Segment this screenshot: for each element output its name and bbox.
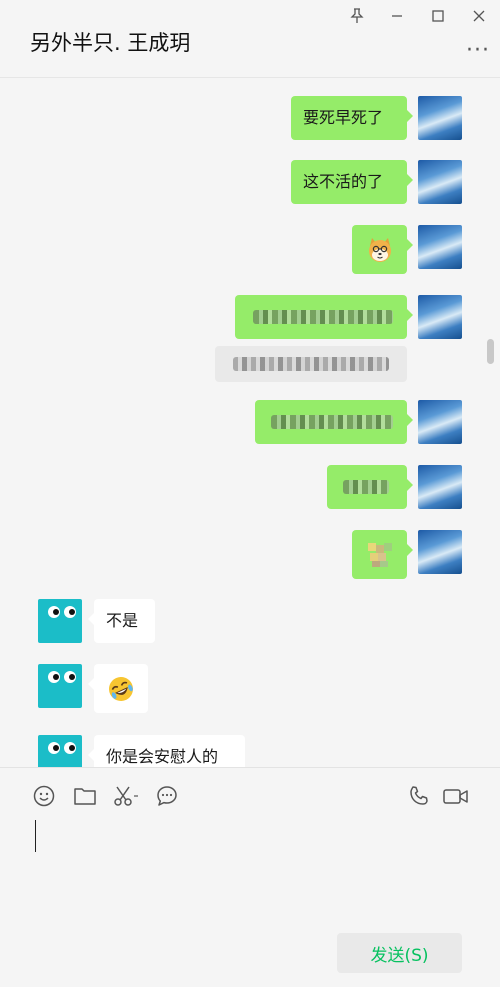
message-list[interactable]: 要死早死了 这不活的了 不是 你是会安慰人的 <box>0 79 500 767</box>
message-bubble-other[interactable]: 不是 <box>88 599 155 643</box>
pixelated-text <box>271 415 393 429</box>
pixelated-text <box>253 310 393 324</box>
maximize-icon[interactable] <box>426 5 450 27</box>
screenshot-icon[interactable] <box>112 784 142 808</box>
avatar[interactable] <box>418 465 462 509</box>
avatar[interactable] <box>38 735 82 767</box>
avatar[interactable] <box>418 295 462 339</box>
message-bubble-self-pixelated[interactable] <box>352 530 413 579</box>
more-icon[interactable]: ··· <box>466 38 490 63</box>
emoji-icon[interactable] <box>32 784 56 808</box>
message-bubble-other[interactable]: 你是会安慰人的 <box>88 735 245 767</box>
avatar[interactable] <box>418 400 462 444</box>
pixelated-sticker <box>367 542 392 567</box>
avatar[interactable] <box>418 225 462 269</box>
message-bubble-self[interactable]: 要死早死了 <box>291 96 413 140</box>
message-bubble-self[interactable]: 这不活的了 <box>291 160 413 204</box>
avatar[interactable] <box>418 160 462 204</box>
avatar-eyes <box>48 742 76 754</box>
message-bubble-self-pixelated[interactable] <box>235 295 413 339</box>
avatar[interactable] <box>38 599 82 643</box>
message-bubble-self[interactable] <box>352 225 413 274</box>
avatar[interactable] <box>418 96 462 140</box>
quoted-message[interactable] <box>215 346 407 382</box>
scrollbar-thumb[interactable] <box>487 339 494 364</box>
send-button[interactable]: 发送(S) <box>337 933 462 973</box>
voice-call-icon[interactable] <box>407 784 431 808</box>
minimize-icon[interactable] <box>385 5 409 27</box>
chat-title: 另外半只. 王成玥 <box>30 31 191 55</box>
message-input[interactable] <box>35 820 36 852</box>
pixelated-text <box>343 480 389 494</box>
avatar[interactable] <box>38 664 82 708</box>
message-text: 你是会安慰人的 <box>106 747 219 766</box>
message-text: 要死早死了 <box>303 108 384 127</box>
composer: 发送(S) <box>0 767 500 987</box>
message-bubble-self-pixelated[interactable] <box>255 400 413 444</box>
message-bubble-self-pixelated[interactable] <box>327 465 413 509</box>
avatar-eyes <box>48 606 76 618</box>
chat-history-icon[interactable] <box>155 784 179 808</box>
avatar[interactable] <box>418 530 462 574</box>
close-icon[interactable] <box>467 5 491 27</box>
message-bubble-other[interactable] <box>88 664 148 713</box>
pin-icon[interactable] <box>345 5 369 27</box>
folder-icon[interactable] <box>73 784 97 808</box>
chat-header: 另外半只. 王成玥 ··· <box>0 0 500 78</box>
shiba-dog-emoji <box>368 237 391 262</box>
message-text: 这不活的了 <box>303 172 384 191</box>
pixelated-text <box>233 357 389 371</box>
avatar-eyes <box>48 671 76 683</box>
message-text: 不是 <box>106 611 139 630</box>
video-call-icon[interactable] <box>442 784 470 808</box>
rolling-laughing-emoji <box>109 676 133 701</box>
